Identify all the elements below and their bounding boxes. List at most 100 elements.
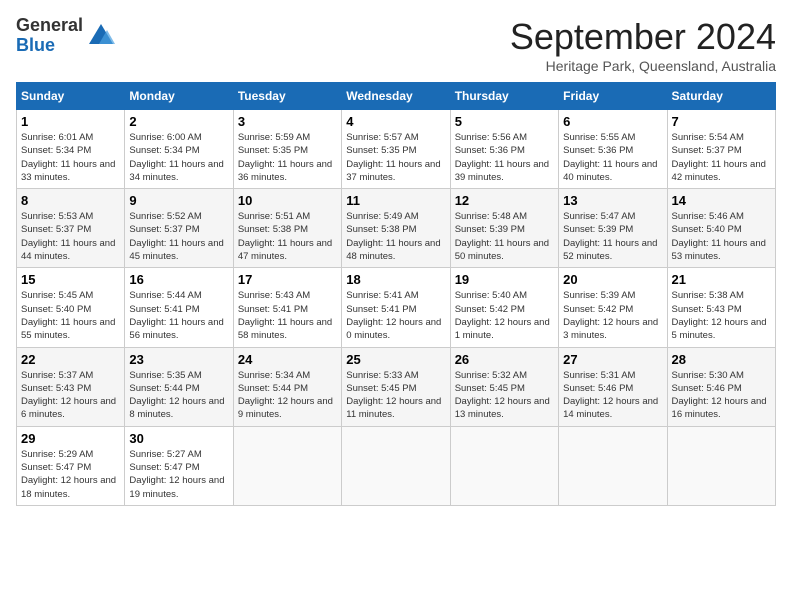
day-number: 15 xyxy=(21,272,120,287)
day-info: Sunrise: 5:48 AMSunset: 5:39 PMDaylight:… xyxy=(455,211,549,262)
calendar-cell: 6 Sunrise: 5:55 AMSunset: 5:36 PMDayligh… xyxy=(559,110,667,189)
day-info: Sunrise: 5:33 AMSunset: 5:45 PMDaylight:… xyxy=(346,370,441,421)
day-info: Sunrise: 6:00 AMSunset: 5:34 PMDaylight:… xyxy=(129,132,223,183)
calendar-cell: 17 Sunrise: 5:43 AMSunset: 5:41 PMDaylig… xyxy=(233,268,341,347)
day-number: 10 xyxy=(238,193,337,208)
day-number: 6 xyxy=(563,114,662,129)
calendar-cell xyxy=(233,426,341,505)
day-info: Sunrise: 5:57 AMSunset: 5:35 PMDaylight:… xyxy=(346,132,440,183)
day-info: Sunrise: 5:29 AMSunset: 5:47 PMDaylight:… xyxy=(21,449,116,500)
day-info: Sunrise: 5:49 AMSunset: 5:38 PMDaylight:… xyxy=(346,211,440,262)
day-number: 16 xyxy=(129,272,228,287)
weekday-header-sunday: Sunday xyxy=(17,83,125,110)
calendar-week-row: 8 Sunrise: 5:53 AMSunset: 5:37 PMDayligh… xyxy=(17,189,776,268)
calendar-cell: 1 Sunrise: 6:01 AMSunset: 5:34 PMDayligh… xyxy=(17,110,125,189)
calendar-week-row: 29 Sunrise: 5:29 AMSunset: 5:47 PMDaylig… xyxy=(17,426,776,505)
day-info: Sunrise: 5:43 AMSunset: 5:41 PMDaylight:… xyxy=(238,290,332,341)
day-number: 20 xyxy=(563,272,662,287)
day-number: 26 xyxy=(455,352,554,367)
day-info: Sunrise: 5:45 AMSunset: 5:40 PMDaylight:… xyxy=(21,290,115,341)
day-number: 1 xyxy=(21,114,120,129)
day-number: 7 xyxy=(672,114,771,129)
logo: General Blue xyxy=(16,16,115,56)
logo-general: General xyxy=(16,16,83,36)
calendar-cell: 22 Sunrise: 5:37 AMSunset: 5:43 PMDaylig… xyxy=(17,347,125,426)
day-info: Sunrise: 5:39 AMSunset: 5:42 PMDaylight:… xyxy=(563,290,658,341)
day-info: Sunrise: 6:01 AMSunset: 5:34 PMDaylight:… xyxy=(21,132,115,183)
weekday-header-tuesday: Tuesday xyxy=(233,83,341,110)
calendar-week-row: 15 Sunrise: 5:45 AMSunset: 5:40 PMDaylig… xyxy=(17,268,776,347)
calendar-cell: 27 Sunrise: 5:31 AMSunset: 5:46 PMDaylig… xyxy=(559,347,667,426)
calendar-cell xyxy=(559,426,667,505)
weekday-header-saturday: Saturday xyxy=(667,83,775,110)
logo-icon xyxy=(87,22,115,50)
calendar-cell: 14 Sunrise: 5:46 AMSunset: 5:40 PMDaylig… xyxy=(667,189,775,268)
calendar-cell: 23 Sunrise: 5:35 AMSunset: 5:44 PMDaylig… xyxy=(125,347,233,426)
day-number: 22 xyxy=(21,352,120,367)
calendar-week-row: 1 Sunrise: 6:01 AMSunset: 5:34 PMDayligh… xyxy=(17,110,776,189)
day-info: Sunrise: 5:59 AMSunset: 5:35 PMDaylight:… xyxy=(238,132,332,183)
calendar-cell: 30 Sunrise: 5:27 AMSunset: 5:47 PMDaylig… xyxy=(125,426,233,505)
calendar-table: SundayMondayTuesdayWednesdayThursdayFrid… xyxy=(16,82,776,506)
day-number: 4 xyxy=(346,114,445,129)
day-info: Sunrise: 5:34 AMSunset: 5:44 PMDaylight:… xyxy=(238,370,333,421)
calendar-cell xyxy=(342,426,450,505)
day-info: Sunrise: 5:54 AMSunset: 5:37 PMDaylight:… xyxy=(672,132,766,183)
day-info: Sunrise: 5:30 AMSunset: 5:46 PMDaylight:… xyxy=(672,370,767,421)
calendar-cell: 7 Sunrise: 5:54 AMSunset: 5:37 PMDayligh… xyxy=(667,110,775,189)
page-header: General Blue September 2024 Heritage Par… xyxy=(16,16,776,74)
day-info: Sunrise: 5:38 AMSunset: 5:43 PMDaylight:… xyxy=(672,290,767,341)
day-info: Sunrise: 5:55 AMSunset: 5:36 PMDaylight:… xyxy=(563,132,657,183)
logo-blue: Blue xyxy=(16,36,83,56)
day-info: Sunrise: 5:51 AMSunset: 5:38 PMDaylight:… xyxy=(238,211,332,262)
day-number: 18 xyxy=(346,272,445,287)
day-number: 11 xyxy=(346,193,445,208)
day-info: Sunrise: 5:52 AMSunset: 5:37 PMDaylight:… xyxy=(129,211,223,262)
calendar-cell xyxy=(667,426,775,505)
weekday-header-wednesday: Wednesday xyxy=(342,83,450,110)
day-info: Sunrise: 5:44 AMSunset: 5:41 PMDaylight:… xyxy=(129,290,223,341)
day-number: 17 xyxy=(238,272,337,287)
day-info: Sunrise: 5:37 AMSunset: 5:43 PMDaylight:… xyxy=(21,370,116,421)
calendar-cell: 16 Sunrise: 5:44 AMSunset: 5:41 PMDaylig… xyxy=(125,268,233,347)
day-number: 24 xyxy=(238,352,337,367)
calendar-cell: 25 Sunrise: 5:33 AMSunset: 5:45 PMDaylig… xyxy=(342,347,450,426)
calendar-cell: 19 Sunrise: 5:40 AMSunset: 5:42 PMDaylig… xyxy=(450,268,558,347)
calendar-cell: 26 Sunrise: 5:32 AMSunset: 5:45 PMDaylig… xyxy=(450,347,558,426)
calendar-cell: 20 Sunrise: 5:39 AMSunset: 5:42 PMDaylig… xyxy=(559,268,667,347)
calendar-cell: 18 Sunrise: 5:41 AMSunset: 5:41 PMDaylig… xyxy=(342,268,450,347)
weekday-header-friday: Friday xyxy=(559,83,667,110)
calendar-cell: 21 Sunrise: 5:38 AMSunset: 5:43 PMDaylig… xyxy=(667,268,775,347)
day-info: Sunrise: 5:40 AMSunset: 5:42 PMDaylight:… xyxy=(455,290,550,341)
day-number: 19 xyxy=(455,272,554,287)
calendar-cell: 24 Sunrise: 5:34 AMSunset: 5:44 PMDaylig… xyxy=(233,347,341,426)
day-number: 21 xyxy=(672,272,771,287)
calendar-cell: 15 Sunrise: 5:45 AMSunset: 5:40 PMDaylig… xyxy=(17,268,125,347)
calendar-cell: 9 Sunrise: 5:52 AMSunset: 5:37 PMDayligh… xyxy=(125,189,233,268)
day-info: Sunrise: 5:53 AMSunset: 5:37 PMDaylight:… xyxy=(21,211,115,262)
day-number: 27 xyxy=(563,352,662,367)
day-number: 29 xyxy=(21,431,120,446)
calendar-cell: 5 Sunrise: 5:56 AMSunset: 5:36 PMDayligh… xyxy=(450,110,558,189)
day-number: 30 xyxy=(129,431,228,446)
month-title: September 2024 xyxy=(510,16,776,58)
day-number: 5 xyxy=(455,114,554,129)
calendar-cell: 13 Sunrise: 5:47 AMSunset: 5:39 PMDaylig… xyxy=(559,189,667,268)
day-number: 13 xyxy=(563,193,662,208)
day-number: 23 xyxy=(129,352,228,367)
calendar-cell: 10 Sunrise: 5:51 AMSunset: 5:38 PMDaylig… xyxy=(233,189,341,268)
day-number: 28 xyxy=(672,352,771,367)
day-info: Sunrise: 5:31 AMSunset: 5:46 PMDaylight:… xyxy=(563,370,658,421)
weekday-header-monday: Monday xyxy=(125,83,233,110)
day-info: Sunrise: 5:41 AMSunset: 5:41 PMDaylight:… xyxy=(346,290,441,341)
calendar-cell: 28 Sunrise: 5:30 AMSunset: 5:46 PMDaylig… xyxy=(667,347,775,426)
calendar-cell: 12 Sunrise: 5:48 AMSunset: 5:39 PMDaylig… xyxy=(450,189,558,268)
day-info: Sunrise: 5:27 AMSunset: 5:47 PMDaylight:… xyxy=(129,449,224,500)
calendar-cell: 3 Sunrise: 5:59 AMSunset: 5:35 PMDayligh… xyxy=(233,110,341,189)
day-number: 3 xyxy=(238,114,337,129)
day-info: Sunrise: 5:47 AMSunset: 5:39 PMDaylight:… xyxy=(563,211,657,262)
day-number: 2 xyxy=(129,114,228,129)
title-section: September 2024 Heritage Park, Queensland… xyxy=(510,16,776,74)
day-number: 14 xyxy=(672,193,771,208)
location: Heritage Park, Queensland, Australia xyxy=(510,58,776,74)
